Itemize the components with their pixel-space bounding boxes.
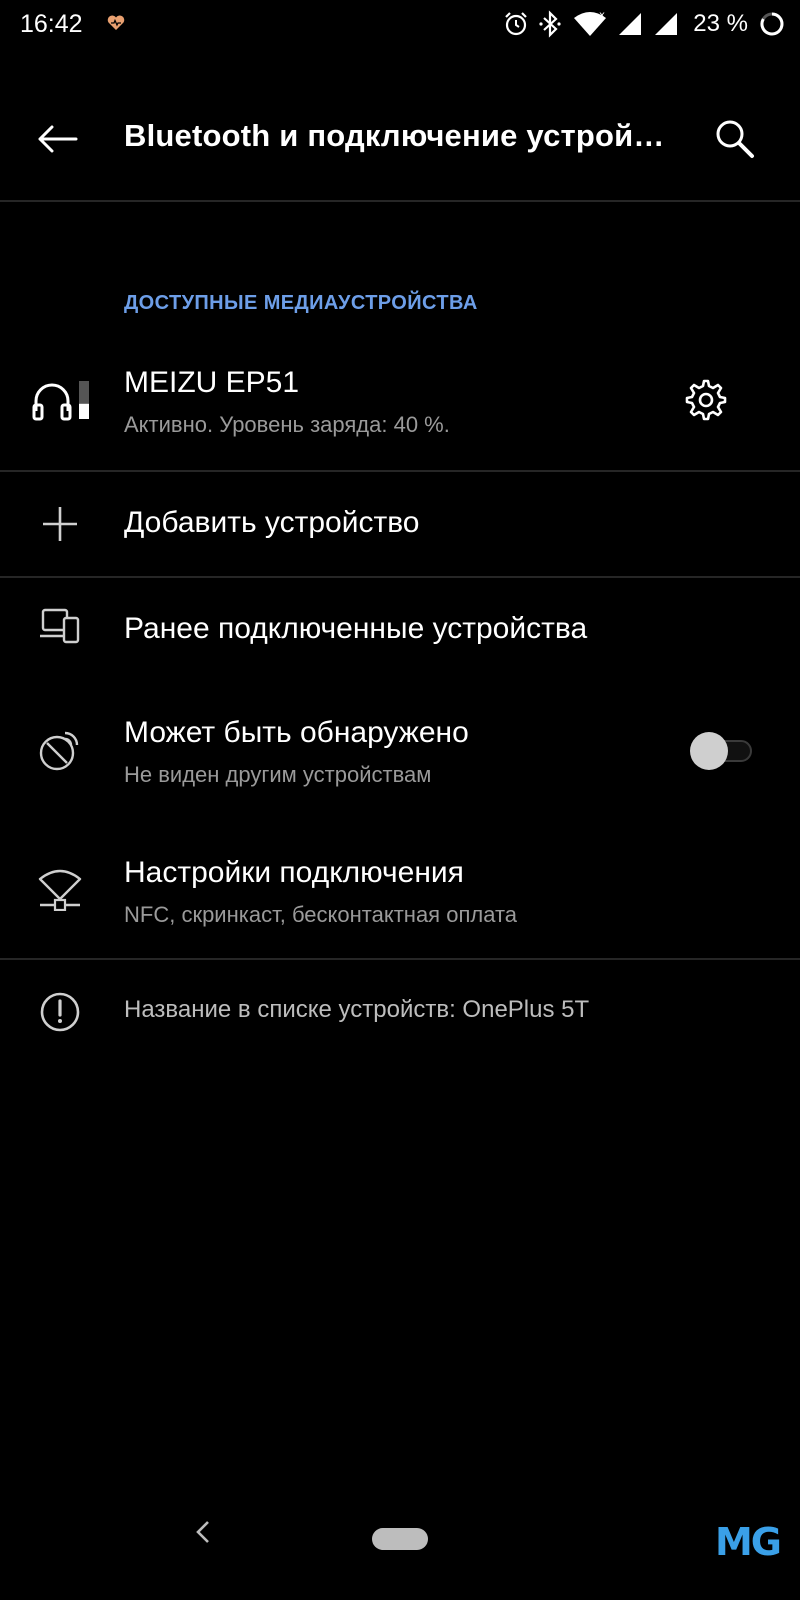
bluetooth-icon [539, 10, 561, 38]
media-device-row[interactable]: MEIZU EP51 Активно. Уровень заряда: 40 %… [0, 350, 800, 470]
search-icon [716, 120, 754, 158]
gear-icon [685, 379, 727, 421]
status-bar: 16:42 x 23 % [0, 0, 800, 48]
arrow-left-icon [38, 125, 78, 153]
network-icon [36, 864, 84, 912]
info-icon [36, 988, 84, 1036]
connection-preferences-subtitle: NFC, скринкаст, бесконтактная оплата [124, 902, 518, 927]
signal-icon [619, 13, 642, 35]
device-name: MEIZU EP51 [124, 366, 300, 399]
nav-back-button[interactable] [188, 1512, 218, 1552]
device-name-info-row: Название в списке устройств: OnePlus 5T [0, 980, 800, 1050]
signal-icon [655, 13, 678, 35]
alarm-icon [505, 12, 528, 36]
devices-icon [36, 602, 84, 650]
nav-home-pill[interactable] [372, 1528, 428, 1550]
device-status: Активно. Уровень заряда: 40 %. [124, 412, 450, 437]
toggle-thumb [690, 732, 728, 770]
section-header: ДОСТУПНЫЕ МЕДИАУСТРОЙСТВА [124, 292, 478, 314]
radar-icon [36, 726, 84, 774]
search-button[interactable] [710, 114, 760, 164]
watermark-logo: MG [714, 1520, 782, 1564]
row-divider [0, 958, 800, 960]
headphones-icon [30, 376, 94, 424]
app-bar-divider [0, 200, 800, 202]
connection-preferences-row[interactable]: Настройки подключения NFC, скринкаст, бе… [0, 840, 800, 950]
status-icons: x 23 % [503, 8, 786, 40]
app-bar: Bluetooth и подключение устрой… [0, 88, 800, 188]
discoverable-subtitle: Не виден другим устройствам [124, 762, 432, 787]
navigation-bar: MG [0, 1480, 800, 1600]
back-button[interactable] [34, 116, 80, 162]
discoverable-row[interactable]: Может быть обнаружено Не виден другим ус… [0, 700, 800, 810]
battery-ring-icon [760, 12, 784, 36]
discoverable-toggle[interactable] [690, 730, 754, 770]
device-name-info: Название в списке устройств: OnePlus 5T [124, 996, 590, 1023]
wifi-icon: x [574, 10, 607, 36]
add-device-row[interactable]: Добавить устройство [0, 472, 800, 576]
previously-connected-row[interactable]: Ранее подключенные устройства [0, 578, 800, 682]
device-settings-button[interactable] [682, 376, 730, 424]
connection-preferences-label: Настройки подключения [124, 856, 464, 889]
heart-icon [106, 12, 126, 32]
add-device-label: Добавить устройство [124, 506, 420, 539]
discoverable-label: Может быть обнаружено [124, 716, 469, 749]
page-title: Bluetooth и подключение устрой… [124, 118, 665, 153]
status-time: 16:42 [20, 10, 83, 38]
svg-text:x: x [599, 10, 605, 21]
battery-percent: 23 % [693, 10, 748, 37]
chevron-left-icon [196, 1521, 209, 1543]
plus-icon [36, 500, 84, 548]
previously-connected-label: Ранее подключенные устройства [124, 612, 588, 645]
